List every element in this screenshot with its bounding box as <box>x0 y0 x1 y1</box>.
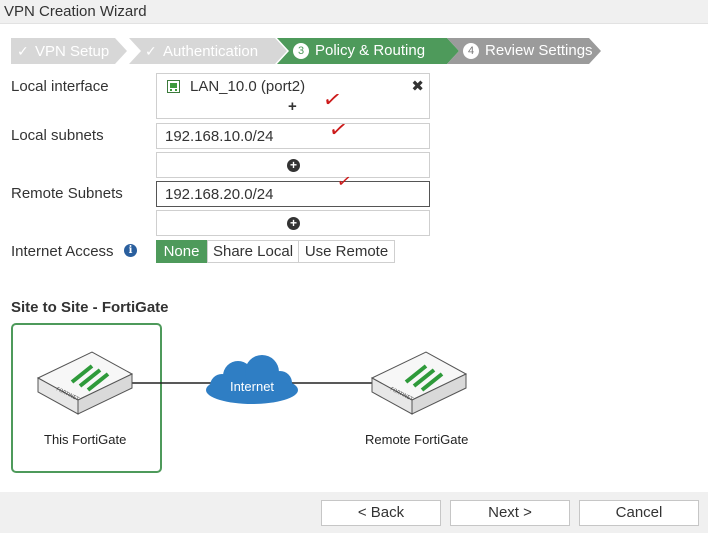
wizard-step-label: VPN Setup <box>35 43 110 60</box>
wizard-step-vpn-setup[interactable]: ✓ VPN Setup <box>11 38 127 64</box>
remote-fortigate-label: Remote FortiGate <box>365 432 469 447</box>
site-to-site-diagram: Internet FORTINET FORTINET <box>11 323 468 473</box>
internet-access-option-none[interactable]: None <box>156 240 207 263</box>
local-interface-label: Local interface <box>11 78 109 95</box>
info-icon[interactable]: i <box>124 244 137 257</box>
add-circle-icon[interactable]: + <box>287 217 300 230</box>
check-icon: ✓ <box>17 43 29 59</box>
local-interface-value: LAN_10.0 (port2) <box>190 78 306 95</box>
remote-subnets-value: 192.168.20.0/24 <box>165 186 274 203</box>
wizard-step-policy-routing[interactable]: 3 Policy & Routing <box>277 38 459 64</box>
add-interface-plus-icon[interactable]: + <box>288 98 297 115</box>
internet-cloud-icon: Internet <box>206 355 298 404</box>
back-button[interactable]: < Back <box>321 500 441 526</box>
window-title-bar: VPN Creation Wizard <box>0 0 708 24</box>
add-circle-icon[interactable]: + <box>287 159 300 172</box>
remote-subnets-label: Remote Subnets <box>11 185 123 202</box>
local-fortigate-label: This FortiGate <box>44 432 127 447</box>
remove-icon[interactable]: ✖ <box>411 77 424 95</box>
cancel-button[interactable]: Cancel <box>579 500 699 526</box>
internet-access-label: Internet Access <box>11 243 114 260</box>
next-button[interactable]: Next > <box>450 500 570 526</box>
window-title: VPN Creation Wizard <box>4 3 147 20</box>
wizard-step-label: Policy & Routing <box>315 42 426 59</box>
local-interface-field[interactable]: LAN_10.0 (port2) ✖ + <box>156 73 430 119</box>
local-subnets-label: Local subnets <box>11 127 104 144</box>
remote-fortigate-device-icon: FORTINET <box>370 351 468 415</box>
wizard-step-label: Authentication <box>163 43 259 60</box>
wizard-step-review-settings[interactable]: 4 Review Settings <box>447 38 601 64</box>
wizard-step-authentication[interactable]: ✓ Authentication <box>129 38 287 64</box>
step-number-badge: 3 <box>293 43 309 59</box>
internet-access-option-use-remote[interactable]: Use Remote <box>298 240 395 263</box>
wizard-step-label: Review Settings <box>485 42 593 59</box>
add-remote-subnet-row[interactable]: + <box>156 210 430 236</box>
wizard-progress: ✓ VPN Setup ✓ Authentication 3 Policy & Rou… <box>11 38 611 64</box>
step-number-badge: 4 <box>463 43 479 59</box>
check-icon: ✓ <box>145 43 157 59</box>
interface-port-icon <box>167 80 180 93</box>
internet-access-option-share-local[interactable]: Share Local <box>207 240 299 263</box>
local-subnets-input[interactable]: 192.168.10.0/24 <box>156 123 430 149</box>
add-local-subnet-row[interactable]: + <box>156 152 430 178</box>
internet-cloud-label: Internet <box>230 379 274 394</box>
remote-subnets-input[interactable]: 192.168.20.0/24 <box>156 181 430 207</box>
local-subnets-value: 192.168.10.0/24 <box>165 128 274 145</box>
diagram-title: Site to Site - FortiGate <box>11 299 169 316</box>
